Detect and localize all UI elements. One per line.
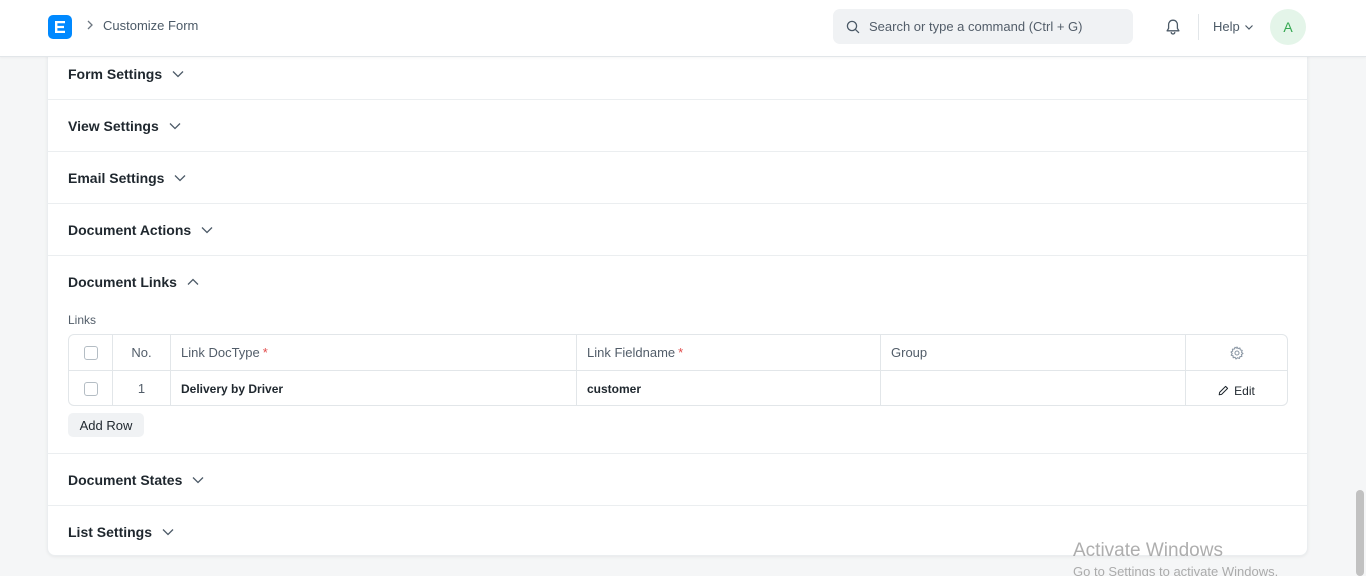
section-title: Form Settings	[68, 66, 163, 82]
column-header-link-doctype: Link DocType *	[171, 335, 577, 370]
section-title: View Settings	[68, 118, 159, 134]
section-title: List Settings	[68, 524, 153, 540]
cell-link-fieldname[interactable]: customer	[577, 371, 881, 405]
section-email-settings: Email Settings	[48, 152, 1307, 204]
search-bar[interactable]: Search or type a command (Ctrl + G)	[833, 9, 1133, 44]
section-title: Document States	[68, 472, 183, 488]
cell-link-doctype[interactable]: Delivery by Driver	[171, 371, 577, 405]
edit-label: Edit	[1234, 383, 1255, 398]
header-select-all[interactable]	[69, 335, 113, 370]
navbar-divider	[1198, 14, 1199, 40]
chevron-down-icon	[172, 71, 184, 78]
links-table: No. Link DocType * Link Fieldname * Group …	[68, 334, 1288, 406]
column-label: Link DocType	[181, 345, 260, 360]
row-checkbox[interactable]	[83, 381, 98, 396]
help-dropdown[interactable]: Help	[1213, 19, 1254, 34]
app-logo[interactable]	[48, 15, 72, 39]
table-row[interactable]: 1 Delivery by Driver customer Edit	[69, 371, 1287, 405]
section-toggle-view-settings[interactable]: View Settings	[68, 118, 181, 134]
gear-icon[interactable]	[1229, 345, 1244, 360]
row-edit-cell: Edit	[1186, 371, 1287, 405]
column-label: Link Fieldname	[587, 345, 676, 360]
section-toggle-document-states[interactable]: Document States	[68, 472, 204, 488]
section-toggle-form-settings[interactable]: Form Settings	[68, 66, 184, 82]
section-toggle-list-settings[interactable]: List Settings	[68, 524, 174, 540]
column-header-group: Group	[881, 335, 1186, 370]
chevron-down-icon	[192, 477, 204, 484]
bell-icon[interactable]	[1164, 18, 1182, 36]
edit-row-button[interactable]: Edit	[1218, 384, 1255, 398]
section-toggle-document-actions[interactable]: Document Actions	[68, 222, 213, 238]
chevron-up-icon	[187, 278, 199, 285]
avatar[interactable]: A	[1270, 9, 1306, 45]
activate-windows-watermark-title: Activate Windows	[1073, 540, 1223, 561]
chevron-down-icon	[201, 227, 213, 234]
search-input[interactable]: Search or type a command (Ctrl + G)	[869, 19, 1083, 34]
row-number: 1	[113, 371, 171, 405]
chevron-down-icon	[162, 529, 174, 536]
chevron-down-icon	[169, 123, 181, 130]
column-header-no: No.	[113, 335, 171, 370]
links-field-label: Links	[68, 313, 97, 327]
activate-windows-watermark-subtitle: Go to Settings to activate Windows.	[1073, 564, 1279, 576]
section-document-actions: Document Actions	[48, 204, 1307, 256]
row-select[interactable]	[69, 371, 113, 405]
breadcrumb-customize-form[interactable]: Customize Form	[103, 18, 198, 33]
table-header: No. Link DocType * Link Fieldname * Group	[69, 335, 1287, 371]
required-indicator: *	[262, 345, 268, 360]
required-indicator: *	[678, 345, 684, 360]
section-title: Document Links	[68, 274, 177, 290]
navbar: Customize Form Search or type a command …	[0, 0, 1366, 57]
help-label: Help	[1213, 19, 1240, 34]
page-scrollbar[interactable]	[1356, 490, 1364, 576]
select-all-checkbox[interactable]	[83, 345, 98, 360]
section-document-states: Document States	[48, 454, 1307, 506]
column-header-link-fieldname: Link Fieldname *	[577, 335, 881, 370]
search-icon	[846, 20, 860, 33]
section-title: Email Settings	[68, 170, 165, 186]
chevron-down-icon	[1244, 24, 1253, 30]
section-title: Document Actions	[68, 222, 192, 238]
section-toggle-email-settings[interactable]: Email Settings	[68, 170, 186, 186]
chevron-down-icon	[175, 175, 186, 182]
cell-group[interactable]	[881, 371, 1186, 405]
section-view-settings: View Settings	[48, 100, 1307, 152]
column-settings[interactable]	[1186, 335, 1287, 370]
customize-form-card: Form Settings View Settings Email Settin…	[47, 47, 1308, 556]
section-toggle-document-links[interactable]: Document Links	[68, 274, 199, 290]
pencil-icon	[1218, 385, 1229, 396]
logo-icon	[55, 21, 65, 33]
add-row-button[interactable]: Add Row	[68, 413, 144, 437]
chevron-right-icon	[87, 20, 93, 30]
